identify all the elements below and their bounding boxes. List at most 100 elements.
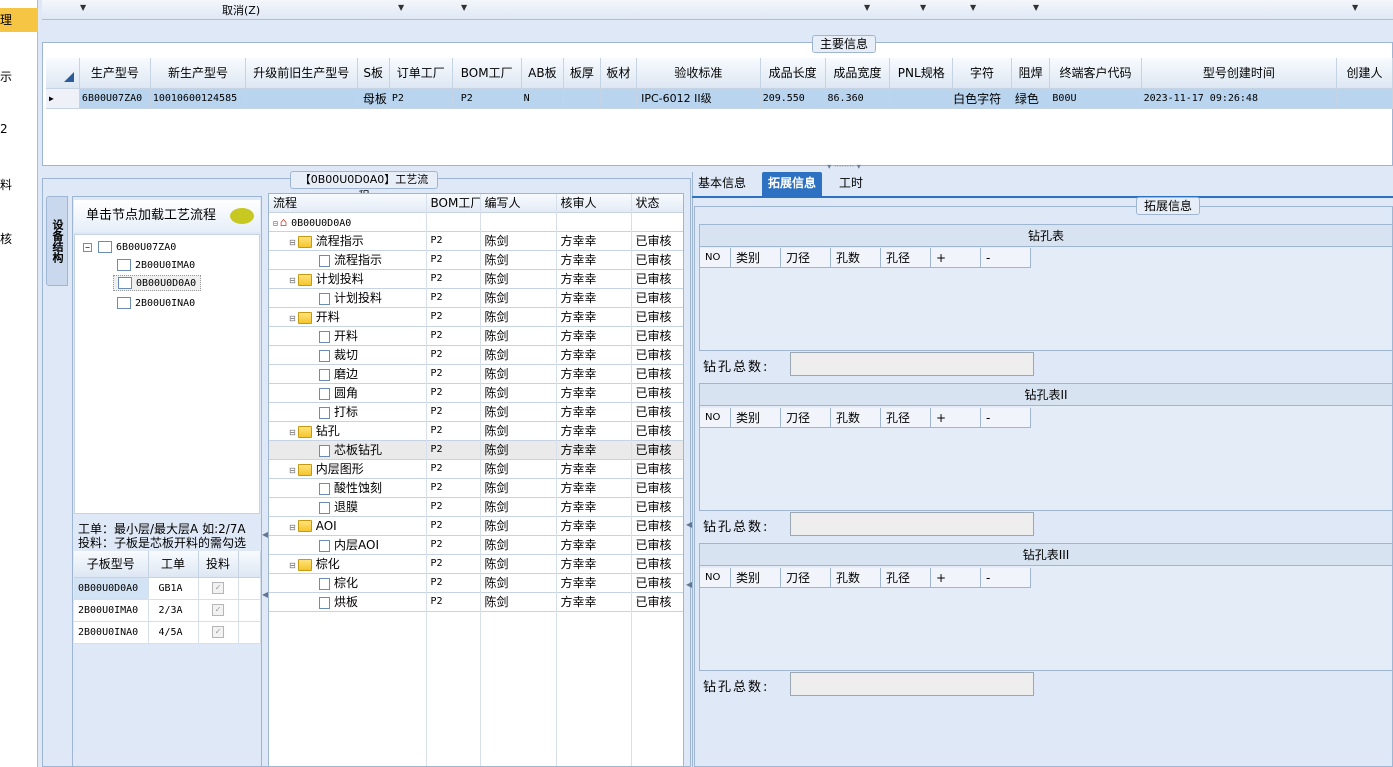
writer-cell[interactable]: 陈剑 <box>480 440 557 460</box>
bom-factory-cell[interactable]: P2 <box>426 383 481 403</box>
reviewer-cell[interactable]: 方幸幸 <box>556 250 632 270</box>
column-header[interactable]: 型号创建时间 <box>1141 58 1338 89</box>
tab-extended-info[interactable]: 拓展信息 <box>762 172 823 196</box>
bom-factory-cell[interactable]: P2 <box>426 497 481 517</box>
column-header[interactable]: 类别 <box>731 408 781 428</box>
drill-count-field[interactable] <box>790 512 1034 536</box>
flow-row[interactable]: ⊟ 钻孔 P2 陈剑 方幸幸 已审核 <box>269 421 683 441</box>
bom-factory-cell[interactable]: P2 <box>426 478 481 498</box>
column-header[interactable]: 孔数 <box>831 568 881 588</box>
writer-cell[interactable]: 陈剑 <box>480 250 557 270</box>
dropdown-arrow-icon[interactable]: ▼ <box>80 3 86 12</box>
reviewer-cell[interactable]: 方幸幸 <box>556 231 632 251</box>
flow-row[interactable]: 打标 P2 陈剑 方幸幸 已审核 <box>269 402 683 422</box>
table-cell[interactable]: P2 <box>389 88 453 109</box>
flow-row[interactable]: ⊟ 流程指示 P2 陈剑 方幸幸 已审核 <box>269 231 683 251</box>
table-cell[interactable]: 209.550 <box>760 88 826 109</box>
writer-cell[interactable]: 陈剑 <box>480 497 557 517</box>
column-header[interactable]: NO <box>700 568 731 588</box>
tree-root[interactable]: − 6B00U07ZA0 <box>83 241 176 253</box>
bom-factory-cell[interactable]: P2 <box>426 421 481 441</box>
collapse-icon[interactable]: ⊟ <box>289 428 296 437</box>
writer-cell[interactable]: 陈剑 <box>480 421 557 441</box>
bom-factory-cell[interactable]: P2 <box>426 516 481 536</box>
tree-node-selected[interactable]: 0B00U0D0A0 <box>113 275 202 291</box>
reviewer-cell[interactable]: 方幸幸 <box>556 592 632 612</box>
table-cell[interactable] <box>563 88 601 109</box>
flow-row[interactable]: 裁切 P2 陈剑 方幸幸 已审核 <box>269 345 683 365</box>
writer-cell[interactable]: 陈剑 <box>480 402 557 422</box>
column-header[interactable]: 工单 <box>148 551 199 578</box>
table-row[interactable]: 2B00U0INA0 4/5A ✓ <box>74 621 261 644</box>
bom-factory-cell[interactable]: P2 <box>426 326 481 346</box>
flow-row[interactable]: 酸性蚀刻 P2 陈剑 方幸幸 已审核 <box>269 478 683 498</box>
reviewer-cell[interactable]: 方幸幸 <box>556 554 632 574</box>
table-row[interactable]: 0B00U0D0A0 GB1A ✓ <box>74 577 261 600</box>
tab-basic-info[interactable]: 基本信息 <box>692 172 752 196</box>
column-header[interactable]: 刀径 <box>781 248 831 268</box>
column-header[interactable]: 验收标准 <box>636 58 761 89</box>
column-header[interactable]: 订单工厂 <box>389 58 453 89</box>
reviewer-cell[interactable]: 方幸幸 <box>556 535 632 555</box>
column-header[interactable]: NO <box>700 408 731 428</box>
nav-item[interactable]: 2 <box>0 122 8 136</box>
bom-factory-cell[interactable]: P2 <box>426 535 481 555</box>
nav-item[interactable]: 示 <box>0 68 12 85</box>
remove-row-button[interactable]: - <box>981 408 1031 428</box>
splitter-handle-icon[interactable]: ▾ ········ ▾ <box>812 163 876 171</box>
flow-row[interactable]: 棕化 P2 陈剑 方幸幸 已审核 <box>269 573 683 593</box>
table-cell[interactable] <box>1336 88 1393 109</box>
feed-checkbox[interactable]: ✓ <box>212 626 224 638</box>
reviewer-cell[interactable]: 方幸幸 <box>556 402 632 422</box>
drill-count-field[interactable] <box>790 352 1034 376</box>
flow-row[interactable]: ⊟ 内层图形 P2 陈剑 方幸幸 已审核 <box>269 459 683 479</box>
reviewer-cell[interactable]: 方幸幸 <box>556 421 632 441</box>
tree-node[interactable]: 2B00U0INA0 <box>117 297 195 309</box>
status-cell[interactable]: 已审核 <box>631 421 683 441</box>
writer-cell[interactable]: 陈剑 <box>480 554 557 574</box>
nav-item-selected[interactable]: 理 <box>0 8 38 32</box>
status-cell[interactable]: 已审核 <box>631 516 683 536</box>
writer-cell[interactable]: 陈剑 <box>480 364 557 384</box>
writer-cell[interactable]: 陈剑 <box>480 307 557 327</box>
writer-cell[interactable]: 陈剑 <box>480 345 557 365</box>
remove-row-button[interactable]: - <box>981 568 1031 588</box>
add-row-button[interactable]: + <box>931 408 981 428</box>
status-cell[interactable]: 已审核 <box>631 231 683 251</box>
column-header[interactable]: 类别 <box>731 568 781 588</box>
flow-row[interactable]: ⊟ 计划投料 P2 陈剑 方幸幸 已审核 <box>269 269 683 289</box>
bom-factory-cell[interactable]: P2 <box>426 459 481 479</box>
writer-cell[interactable]: 陈剑 <box>480 592 557 612</box>
collapse-icon[interactable]: − <box>83 242 92 252</box>
reviewer-cell[interactable]: 方幸幸 <box>556 326 632 346</box>
bom-factory-cell[interactable]: P2 <box>426 250 481 270</box>
reviewer-cell[interactable]: 方幸幸 <box>556 269 632 289</box>
dropdown-arrow-icon[interactable]: ▼ <box>970 3 976 12</box>
column-header[interactable]: PNL规格 <box>889 58 954 89</box>
feed-checkbox[interactable]: ✓ <box>212 582 224 594</box>
nav-item[interactable]: 核 <box>0 230 12 247</box>
column-header[interactable]: 升级前旧生产型号 <box>245 58 358 89</box>
dropdown-arrow-icon[interactable]: ▼ <box>864 3 870 12</box>
drill-count-field[interactable] <box>790 672 1034 696</box>
column-header[interactable]: 孔数 <box>831 248 881 268</box>
vertical-tab-structure[interactable]: 设备结构 <box>46 196 68 286</box>
column-header[interactable]: 阻焊 <box>1011 58 1051 89</box>
reviewer-cell[interactable]: 方幸幸 <box>556 459 632 479</box>
status-cell[interactable]: 已审核 <box>631 250 683 270</box>
flow-row[interactable]: 退膜 P2 陈剑 方幸幸 已审核 <box>269 497 683 517</box>
table-cell[interactable]: IPC-6012 II级 <box>636 88 761 109</box>
dropdown-arrow-icon[interactable]: ▼ <box>920 3 926 12</box>
table-cell[interactable]: P2 <box>452 88 522 109</box>
reviewer-cell[interactable]: 方幸幸 <box>556 345 632 365</box>
status-cell[interactable]: 已审核 <box>631 440 683 460</box>
status-cell[interactable]: 已审核 <box>631 326 683 346</box>
collapse-icon[interactable]: ⊟ <box>289 276 296 285</box>
table-row[interactable]: 2B00U0IMA0 2/3A ✓ <box>74 599 261 622</box>
table-cell[interactable]: 白色字符 <box>952 88 1012 109</box>
table-cell[interactable]: 86.360 <box>825 88 891 109</box>
reviewer-cell[interactable]: 方幸幸 <box>556 307 632 327</box>
table-cell[interactable] <box>889 88 954 109</box>
flow-row[interactable]: 芯板钻孔 P2 陈剑 方幸幸 已审核 <box>269 440 683 460</box>
collapse-icon[interactable]: ⊟ <box>289 466 296 475</box>
